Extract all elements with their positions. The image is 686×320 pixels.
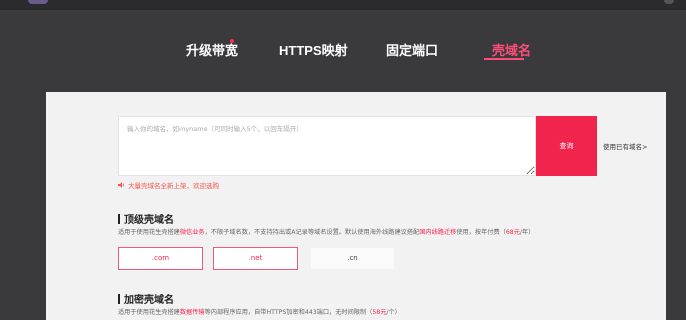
desc-text: /年） (519, 229, 535, 236)
extension-com-button[interactable]: .com (118, 247, 203, 270)
encrypted-title-text: 加密壳域名 (124, 295, 174, 306)
query-button[interactable]: 查询 (536, 116, 597, 176)
product-tabs: 升级带宽 HTTPS映射 固定端口 壳域名 (0, 36, 686, 66)
window-top-bar (0, 0, 686, 10)
extension-cn-button[interactable]: .cn (310, 247, 395, 270)
price-highlight: 68元 (505, 229, 520, 236)
desc-text: /个） (386, 309, 401, 316)
top-level-description: 适用于使用花生壳搭建微信业务，不限子域名数，不支持持出或A记录等域名设置。默认使… (118, 227, 534, 236)
data-transfer-highlight: 数据传输 (179, 309, 205, 316)
domain-search-box (118, 116, 536, 176)
speaker-icon (118, 182, 125, 190)
wechat-business-highlight: 微信业务 (179, 229, 205, 236)
desc-text: 使用，按年付费（ (456, 229, 506, 236)
desc-text: 适用于使用花生壳搭建 (118, 309, 180, 316)
title-bar-marker (118, 214, 120, 224)
notice-line: 大量壳域名全新上架，欢迎选购 (118, 180, 219, 190)
domain-search-input[interactable] (119, 117, 535, 175)
tab-upgrade-bandwidth[interactable]: 升级带宽 (186, 40, 238, 59)
encrypted-description: 适用于使用花生壳搭建数据传输等内部程序应用，自带HTTPS加密和443端口，无时… (118, 307, 401, 316)
tab-fixed-port[interactable]: 固定端口 (386, 40, 438, 59)
tab-shell-domain[interactable]: 壳域名 (492, 40, 531, 59)
encrypted-section-title: 加密壳域名 (118, 291, 174, 306)
desc-text: ，不限子域名数，不支持持出或A记录等域名设置。默认使用海外线路建议搭配 (204, 229, 420, 236)
new-badge-dot (230, 39, 234, 43)
title-bar-marker (118, 294, 120, 304)
top-level-section-title: 顶级壳域名 (118, 211, 174, 226)
active-tab-underline (484, 58, 524, 60)
top-level-title-text: 顶级壳域名 (124, 215, 174, 226)
desc-text: 等内部程序应用，自带HTTPS加密和443端口，无时间限制（ (204, 309, 373, 316)
domestic-route-link[interactable]: 国内线路迁移 (419, 229, 456, 236)
window-corner (664, 0, 674, 4)
price-highlight: 58元 (372, 309, 387, 316)
extension-net-button[interactable]: .net (213, 247, 298, 270)
tab-https-mapping[interactable]: HTTPS映射 (279, 40, 348, 59)
notice-text: 大量壳域名全新上架，欢迎选购 (128, 182, 219, 190)
desc-text: 适用于使用花生壳搭建 (118, 229, 180, 236)
use-existing-domain-link[interactable]: 使用已有域名> (603, 141, 647, 151)
logo-fragment (28, 0, 48, 4)
